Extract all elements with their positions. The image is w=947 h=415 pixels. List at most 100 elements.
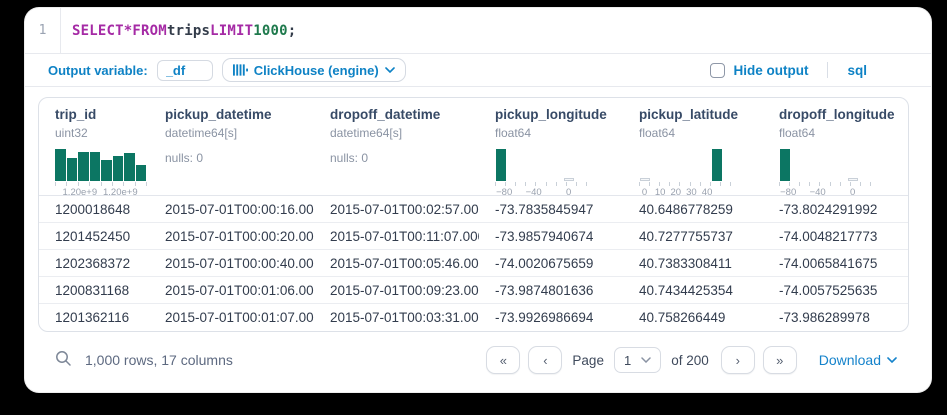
axis-tick xyxy=(112,182,113,186)
table-cell: 2015-07-01T00:02:57.000 xyxy=(314,202,479,217)
sql-code-line[interactable]: SELECT * FROM trips LIMIT 1000; xyxy=(61,8,296,53)
axis-tick xyxy=(690,182,691,186)
axis-tick xyxy=(840,182,841,186)
next-page-button[interactable]: › xyxy=(721,346,755,374)
axis-tick xyxy=(586,182,587,186)
axis-tick xyxy=(55,182,56,186)
table-cell: 1201452450 xyxy=(39,229,149,244)
prev-page-button[interactable]: ‹ xyxy=(528,346,562,374)
axis-tick xyxy=(720,182,721,186)
table-cell: 1201362116 xyxy=(39,310,149,325)
histogram-axis-ticks xyxy=(639,182,731,186)
total-pages-label: of 200 xyxy=(671,353,709,368)
table-row[interactable]: 12013621162015-07-01T00:01:07.0002015-07… xyxy=(39,304,908,331)
search-button[interactable] xyxy=(55,350,72,370)
table-cell: 2015-07-01T00:00:20.000 xyxy=(149,229,314,244)
table-cell: 2015-07-01T00:11:07.000 xyxy=(314,229,479,244)
axis-tick xyxy=(123,182,124,186)
histogram-bars xyxy=(495,149,587,181)
pagination: « ‹ Page 1 of 200 › » Download xyxy=(486,346,897,374)
axis-tick xyxy=(669,182,670,186)
axis-tick xyxy=(819,182,820,186)
column-type: uint32 xyxy=(55,126,149,140)
table-cell: -73.9857940674 xyxy=(479,229,623,244)
table-row[interactable]: 12000186482015-07-01T00:00:16.0002015-07… xyxy=(39,196,908,223)
column-header-pickup_latitude[interactable]: pickup_latitudefloat64010203040 xyxy=(623,98,763,198)
histogram-bar xyxy=(67,158,78,181)
column-name: pickup_latitude xyxy=(639,107,763,122)
column-header-dropoff_datetime[interactable]: dropoff_datetimedatetime64[s]nulls: 0 xyxy=(314,98,479,198)
table-cell: -74.0057525635 xyxy=(763,283,908,298)
column-histogram: −80−400 xyxy=(495,149,587,198)
axis-tick xyxy=(546,182,547,186)
chevron-down-icon xyxy=(887,357,897,363)
engine-selector[interactable]: ClickHouse (engine) xyxy=(222,58,406,82)
histogram-bar xyxy=(101,160,112,181)
axis-tick xyxy=(146,182,147,186)
axis-tick xyxy=(779,182,780,186)
table-cell: 2015-07-01T00:01:06.000 xyxy=(149,283,314,298)
download-button[interactable]: Download xyxy=(819,352,897,368)
axis-tick xyxy=(505,182,506,186)
last-page-button[interactable]: » xyxy=(763,346,797,374)
axis-label: 0 xyxy=(850,187,855,198)
table-cell: -73.986289978 xyxy=(763,310,908,325)
axis-tick xyxy=(566,182,567,186)
histogram-axis-labels: −80−400 xyxy=(779,187,871,198)
table-footer: 1,000 rows, 17 columns « ‹ Page 1 of 200… xyxy=(38,343,909,377)
table-cell: 1200018648 xyxy=(39,202,149,217)
axis-tick xyxy=(830,182,831,186)
histogram-bars xyxy=(639,149,731,181)
histogram-bar xyxy=(113,156,124,181)
table-row[interactable]: 12014524502015-07-01T00:00:20.0002015-07… xyxy=(39,223,908,250)
first-page-button[interactable]: « xyxy=(486,346,520,374)
axis-tick xyxy=(710,182,711,186)
language-badge[interactable]: sql xyxy=(847,63,867,78)
axis-label: −80 xyxy=(496,187,512,198)
axis-tick xyxy=(66,182,67,186)
axis-tick xyxy=(89,182,90,186)
axis-tick xyxy=(649,182,650,186)
histogram-axis-ticks xyxy=(779,182,871,186)
table-cell: 1200831168 xyxy=(39,283,149,298)
code-editor-row: 1 SELECT * FROM trips LIMIT 1000; xyxy=(25,8,931,54)
column-header-dropoff_longitude[interactable]: dropoff_longitudefloat64−80−400 xyxy=(763,98,908,198)
row-count-summary: 1,000 rows, 17 columns xyxy=(85,352,233,368)
histogram-axis-labels: 1.20e+91.20e+9 xyxy=(55,187,147,198)
axis-label: 20 xyxy=(671,187,682,198)
histogram-bar xyxy=(90,152,101,181)
table-row[interactable]: 12023683722015-07-01T00:00:40.0002015-07… xyxy=(39,250,908,277)
histogram-axis-labels: −80−400 xyxy=(495,187,587,198)
hide-output-label[interactable]: Hide output xyxy=(734,63,809,78)
column-header-pickup_longitude[interactable]: pickup_longitudefloat64−80−400 xyxy=(479,98,623,198)
axis-tick xyxy=(135,182,136,186)
table-cell: 2015-07-01T00:03:31.000 xyxy=(314,310,479,325)
axis-tick xyxy=(730,182,731,186)
table-cell: 40.7434425354 xyxy=(623,283,763,298)
cell-output: trip_id uint32 1.20e+91.20e+9pickup_dateti… xyxy=(25,87,931,377)
table-row[interactable]: 12008311682015-07-01T00:01:06.0002015-07… xyxy=(39,277,908,304)
output-variable-input[interactable] xyxy=(157,60,213,81)
histogram-bar xyxy=(640,178,650,181)
table-body: 12000186482015-07-01T00:00:16.0002015-07… xyxy=(39,196,908,331)
column-name: trip_id xyxy=(55,107,149,122)
table-cell: -73.9926986694 xyxy=(479,310,623,325)
column-type: datetime64[s] xyxy=(165,126,314,140)
table-cell: 40.758266449 xyxy=(623,310,763,325)
code-token: * xyxy=(124,23,133,39)
table-cell: 2015-07-01T00:09:23.000 xyxy=(314,283,479,298)
page-label: Page xyxy=(572,353,604,368)
axis-label: 10 xyxy=(655,187,666,198)
hide-output-checkbox[interactable] xyxy=(710,63,725,78)
page-number-select[interactable]: 1 xyxy=(614,347,661,373)
table-cell: 40.7277755737 xyxy=(623,229,763,244)
axis-label: 30 xyxy=(686,187,697,198)
code-token: FROM xyxy=(132,23,167,39)
column-type: datetime64[s] xyxy=(330,126,479,140)
column-header-pickup_datetime[interactable]: pickup_datetimedatetime64[s]nulls: 0 xyxy=(149,98,314,198)
line-number: 1 xyxy=(25,8,61,53)
page-number-value: 1 xyxy=(624,353,631,368)
column-header-trip_id[interactable]: trip_id uint32 1.20e+91.20e+9 xyxy=(39,98,149,198)
code-token: 1000 xyxy=(253,23,288,39)
search-icon xyxy=(55,350,72,370)
